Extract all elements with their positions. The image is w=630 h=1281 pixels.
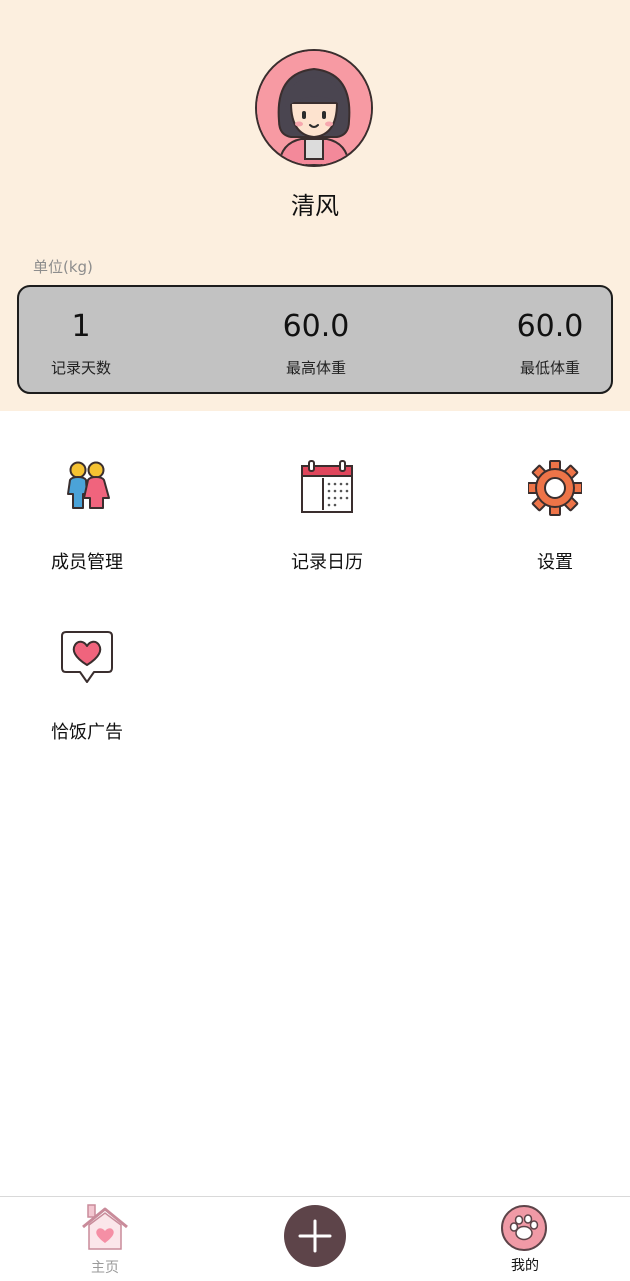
stat-label: 最高体重 [285,359,346,377]
menu-item-settings[interactable]: 设置 [480,460,630,580]
bottom-nav: 主页 我的 [0,1196,630,1281]
add-record-button[interactable] [284,1205,346,1267]
nav-mine[interactable]: 我的 [500,1205,550,1279]
members-icon [67,461,110,509]
nav-home[interactable]: 主页 [80,1203,130,1277]
menu-item-members[interactable]: 成员管理 [12,460,162,580]
menu-label: 设置 [537,552,573,573]
stat-value: 60.0 [282,309,350,344]
heart-bubble-icon [61,631,113,683]
unit-label: 单位(kg) [33,258,93,276]
nav-home-label: 主页 [91,1260,119,1276]
paw-icon [501,1205,547,1251]
stat-label: 记录天数 [50,359,111,377]
username: 清风 [291,192,339,220]
stat-value: 1 [71,309,91,344]
nav-mine-label: 我的 [511,1258,539,1274]
weight-stats-card: 1 记录天数 60.0 最高体重 60.0 最低体重 [17,285,613,394]
menu-item-calendar[interactable]: 记录日历 [252,460,402,580]
plus-icon [298,1219,332,1253]
menu-label: 记录日历 [291,552,363,573]
menu-label: 成员管理 [51,552,123,573]
profile-section: 清风 单位(kg) 1 记录天数 60.0 最高体重 60.0 最低体重 [0,0,630,411]
girl-avatar-icon [257,51,371,165]
menu-label: 恰饭广告 [51,722,123,743]
home-icon [82,1204,128,1250]
calendar-icon [301,460,353,513]
menu-item-ads[interactable]: 恰饭广告 [12,630,162,750]
gear-icon [528,460,582,516]
stat-label: 最低体重 [519,359,580,377]
stat-value: 60.0 [516,309,584,344]
user-avatar[interactable] [255,49,373,167]
